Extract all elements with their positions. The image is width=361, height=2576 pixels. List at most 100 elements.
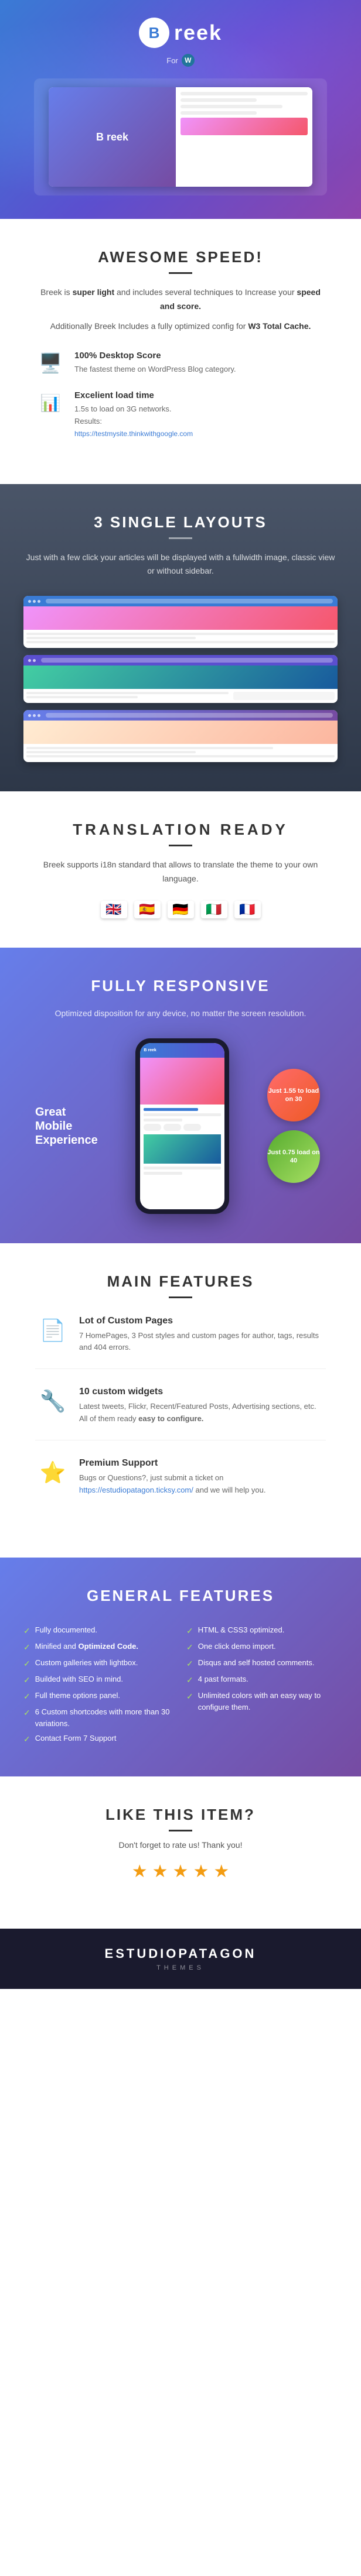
feature-widgets-desc: Latest tweets, Flickr, Recent/Featured P… (79, 1401, 326, 1425)
layouts-desc: Just with a few click your articles will… (23, 551, 338, 579)
layout-header (23, 655, 338, 666)
check-icon: ✓ (23, 1641, 30, 1654)
check-icon: ✓ (23, 1625, 30, 1637)
feature1-desc: The fastest theme on WordPress Blog cate… (74, 363, 236, 376)
check-icon: ✓ (186, 1641, 193, 1654)
phone-header: B reek (140, 1043, 224, 1058)
url-bar (46, 599, 333, 603)
phone-content (140, 1105, 224, 1181)
gen-feature-r2: ✓ One click demo import. (186, 1639, 338, 1655)
gen-feature-2: ✓ Minified and Optimized Code. (23, 1639, 175, 1655)
feature-text-widgets: 10 custom widgets Latest tweets, Flickr,… (79, 1387, 326, 1425)
check-icon: ✓ (23, 1690, 30, 1703)
speed-feature-2: 📊 Excelient load time 1.5s to load on 3G… (35, 390, 326, 440)
nav-dot (28, 600, 31, 603)
brand-name: ESTUDIOPATAGON (23, 1946, 338, 1961)
gen-feature-r1: ✓ HTML & CSS3 optimized. (186, 1623, 338, 1639)
check-icon: ✓ (23, 1658, 30, 1670)
gen-feature-5: ✓ Full theme options panel. (23, 1688, 175, 1704)
main-features-title: Main Features (35, 1272, 326, 1298)
nav-dot (33, 659, 36, 662)
content-line (26, 751, 196, 753)
content-line (26, 637, 196, 639)
feature-item-widgets: 🔧 10 custom widgets Latest tweets, Flick… (35, 1387, 326, 1440)
feature-icon-pages: 📄 (35, 1316, 70, 1345)
layout-content (23, 630, 338, 648)
gen-feature-label: One click demo import. (198, 1641, 276, 1652)
layout-hero-image (23, 666, 338, 689)
wordpress-icon: W (182, 54, 195, 67)
feature-content-1: 100% Desktop Score The fastest theme on … (74, 351, 236, 376)
phone-line (144, 1167, 221, 1169)
feature2-link[interactable]: https://testmysite.thinkwithgoogle.com (74, 430, 193, 438)
gen-feature-r3: ✓ Disqus and self hosted comments. (186, 1655, 338, 1672)
phone-tag (144, 1124, 161, 1131)
gen-feature-label: Fully documented. (35, 1624, 97, 1636)
flag-fr: 🇫🇷 (234, 901, 261, 918)
content-line (26, 747, 273, 749)
layout-hero-image (23, 606, 338, 630)
phone-tags (144, 1124, 221, 1131)
url-bar (46, 713, 333, 718)
layout-header (23, 596, 338, 606)
speed-badge-3g: Just 1.55 to load on 30 (267, 1069, 320, 1121)
flag-es: 🇪🇸 (134, 901, 161, 918)
flag-uk: 🇬🇧 (101, 901, 127, 918)
gen-feature-7: ✓ Contact Form 7 Support (23, 1731, 175, 1747)
translation-section: Translation Ready Breek supports i18n st… (0, 791, 361, 948)
mockup-bar (180, 105, 282, 108)
speed-features: 🖥️ 100% Desktop Score The fastest theme … (35, 351, 326, 440)
responsive-section: Fully Responsive Optimized disposition f… (0, 948, 361, 1243)
general-features-section: General Features ✓ Fully documented. ✓ M… (0, 1558, 361, 1776)
hero-section: B reek For W B reek (0, 0, 361, 219)
speed-feature-1: 🖥️ 100% Desktop Score The fastest theme … (35, 351, 326, 376)
mockup-bar (180, 92, 308, 95)
hero-for-wp: For W (12, 54, 349, 67)
phone-hero-image (140, 1058, 224, 1105)
star-3: ★ (173, 1861, 189, 1882)
star-5: ★ (213, 1861, 229, 1882)
gen-feature-3: ✓ Custom galleries with lightbox. (23, 1655, 175, 1672)
feature-item-support: ⭐ Premium Support Bugs or Questions?, ju… (35, 1458, 326, 1511)
main-features-section: Main Features 📄 Lot of Custom Pages 7 Ho… (0, 1243, 361, 1558)
gen-feature-label: 4 past formats. (198, 1673, 248, 1685)
phone-tag (164, 1124, 181, 1131)
support-icon: ⭐ (40, 1460, 66, 1485)
speed-badge-4g: Just 0.75 load on 40 (267, 1130, 320, 1183)
phone-screen: B reek (140, 1043, 224, 1209)
content-line (26, 692, 229, 694)
gen-feature-label: Full theme options panel. (35, 1690, 120, 1702)
gen-feature-label: Minified and Optimized Code. (35, 1641, 138, 1652)
phone-line (144, 1172, 182, 1175)
check-icon: ✓ (23, 1733, 30, 1745)
gen-feature-label: 6 Custom shortcodes with more than 30 va… (35, 1706, 175, 1729)
gen-feature-label: Builded with SEO in mind. (35, 1673, 123, 1685)
gen-feature-label: Contact Form 7 Support (35, 1733, 117, 1744)
mockup-bar (180, 111, 257, 115)
responsive-title: Fully Responsive (35, 977, 326, 995)
stars-row: ★ ★ ★ ★ ★ (35, 1861, 326, 1882)
layout-fullwidth (23, 596, 338, 648)
phone-secondary-image (144, 1134, 221, 1164)
gen-feature-label: HTML & CSS3 optimized. (198, 1624, 285, 1636)
phone-line (144, 1113, 221, 1116)
layout-no-sidebar (23, 710, 338, 762)
content-line (26, 755, 335, 757)
widgets-icon: 🔧 (40, 1389, 66, 1414)
speed-section: Awesome Speed! Breek is super light and … (0, 219, 361, 484)
check-icon: ✓ (23, 1707, 30, 1719)
phone-frame: B reek (135, 1038, 229, 1214)
monitor-icon-box: 🖥️ (35, 351, 66, 375)
phone-logo: B reek (144, 1048, 156, 1052)
general-features-right: ✓ HTML & CSS3 optimized. ✓ One click dem… (186, 1623, 338, 1747)
nav-dot (28, 714, 31, 717)
like-desc: Don't forget to rate us! Thank you! (35, 1840, 326, 1850)
feature-item-pages: 📄 Lot of Custom Pages 7 HomePages, 3 Pos… (35, 1316, 326, 1370)
support-link[interactable]: https://estudiopatagon.ticksy.com/ (79, 1486, 193, 1494)
feature-text-support: Premium Support Bugs or Questions?, just… (79, 1458, 326, 1497)
content-line (26, 696, 138, 698)
breek-logo-icon: B (139, 18, 169, 48)
feature-widgets-title: 10 custom widgets (79, 1387, 326, 1397)
speed-title: Awesome Speed! (35, 248, 326, 274)
feature-content-2: Excelient load time 1.5s to load on 3G n… (74, 390, 193, 440)
